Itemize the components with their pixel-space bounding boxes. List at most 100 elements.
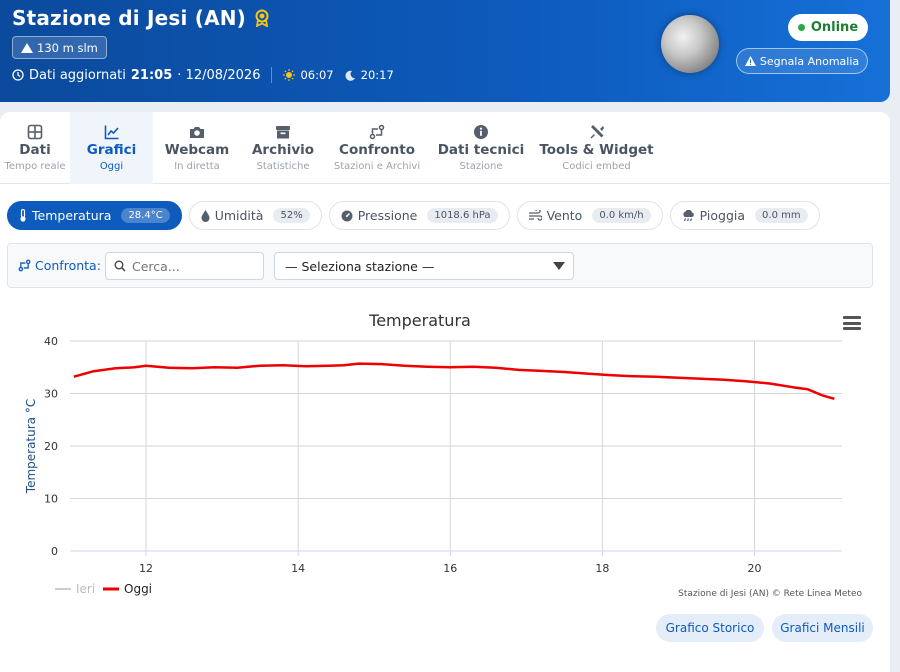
- thermometer-icon: [20, 209, 26, 222]
- status-label: Online: [810, 20, 859, 35]
- legend-label-ieri: Ieri: [76, 582, 95, 596]
- altitude-value: 130 m slm: [37, 40, 98, 55]
- tab-label: Grafici: [86, 142, 137, 158]
- droplet-icon: [201, 209, 210, 222]
- chart-menu-button[interactable]: [843, 316, 861, 330]
- station-select[interactable]: — Seleziona stazione —: [274, 252, 574, 280]
- rain-icon: [683, 209, 694, 221]
- pill-temperatura[interactable]: Temperatura 28.4°C: [7, 201, 182, 230]
- tab-webcam[interactable]: Webcam In diretta: [153, 112, 241, 184]
- pill-pioggia[interactable]: Pioggia 0.0 mm: [669, 201, 820, 230]
- compare-icon: [369, 124, 385, 140]
- pill-label: Umidità: [214, 208, 264, 223]
- update-info: Dati aggiornati 21:05 · 12/08/2026 06:07…: [12, 67, 394, 83]
- pill-value: 28.4°C: [121, 208, 170, 223]
- compare-icon: [18, 259, 31, 272]
- moon-phase-image: [661, 15, 719, 73]
- updated-time: 21:05: [130, 67, 173, 83]
- tab-archivio[interactable]: Archivio Statistiche: [241, 112, 325, 184]
- wind-icon: [528, 210, 542, 221]
- page-margin: [890, 0, 900, 655]
- compare-bar: Confronta: — Seleziona stazione —: [7, 243, 873, 288]
- tab-label: Archivio: [251, 142, 315, 158]
- chart-y-axis-label: Temperatura °C: [24, 399, 38, 494]
- chart-credit: Stazione di Jesi (AN) © Rete Linea Meteo: [678, 589, 862, 599]
- pill-value: 0.0 mm: [755, 208, 808, 223]
- altitude-badge: 130 m slm: [12, 36, 107, 59]
- tab-label: Webcam: [164, 142, 230, 158]
- tab-sublabel: Tempo reale: [4, 161, 66, 172]
- pill-value: 52%: [273, 208, 310, 223]
- divider: [271, 67, 273, 83]
- pill-vento[interactable]: Vento 0.0 km/h: [516, 201, 663, 230]
- station-title: Stazione di Jesi (AN): [12, 6, 247, 30]
- tab-sublabel: Stazione: [459, 161, 503, 172]
- tab-bar: Dati Tempo reale Grafici Oggi Webcam In …: [0, 112, 890, 184]
- x-tick-label: 20: [748, 562, 762, 575]
- sunset-time: 20:17: [360, 68, 394, 82]
- tab-sublabel: Oggi: [99, 161, 124, 172]
- tab-label: Dati tecnici: [437, 142, 525, 158]
- pill-value: 1018.6 hPa: [427, 208, 498, 223]
- clock-icon: [12, 69, 24, 81]
- chevron-down-icon: [553, 262, 565, 270]
- pill-umidita[interactable]: Umidità 52%: [188, 201, 322, 230]
- pill-label: Pressione: [357, 208, 418, 223]
- legend-label-oggi: Oggi: [124, 582, 152, 596]
- x-tick-label: 16: [443, 562, 457, 575]
- archive-icon: [276, 126, 290, 139]
- tab-label: Confronto: [339, 142, 415, 158]
- tab-dati[interactable]: Dati Tempo reale: [0, 112, 70, 184]
- station-header: Stazione di Jesi (AN) 130 m slm Dati agg…: [0, 0, 890, 102]
- pill-pressione[interactable]: Pressione 1018.6 hPa: [328, 201, 510, 230]
- tab-grafici[interactable]: Grafici Oggi: [70, 112, 153, 184]
- updated-label: Dati aggiornati: [29, 67, 126, 83]
- search-icon: [114, 260, 126, 272]
- tab-dati-tecnici[interactable]: Dati tecnici Stazione: [429, 112, 533, 184]
- report-anomaly-label: Segnala Anomalia: [759, 54, 860, 68]
- monthly-charts-button[interactable]: Grafici Mensili: [772, 614, 873, 642]
- y-tick-label: 20: [44, 440, 58, 453]
- x-tick-label: 14: [291, 562, 305, 575]
- moon-icon: [345, 70, 355, 81]
- tab-tools-widget[interactable]: Tools & Widget Codici embed: [533, 112, 660, 184]
- station-search-input[interactable]: [132, 258, 252, 274]
- y-tick-label: 0: [51, 545, 58, 558]
- tab-label: Dati: [19, 142, 51, 158]
- y-tick-label: 30: [44, 388, 58, 401]
- tab-sublabel: In diretta: [174, 161, 220, 172]
- search-box: [105, 252, 264, 280]
- tab-sublabel: Stazioni e Archivi: [333, 161, 421, 172]
- station-select-value: — Seleziona stazione —: [285, 258, 435, 274]
- y-tick-label: 40: [44, 335, 58, 348]
- award-icon: [255, 9, 269, 27]
- pill-label: Temperatura: [32, 208, 112, 223]
- chart-title: Temperatura: [368, 311, 471, 330]
- sunrise-time: 06:07: [300, 68, 334, 82]
- menu-bar: [843, 321, 861, 325]
- compare-label: Confronta:: [18, 258, 101, 273]
- tab-label: Tools & Widget: [539, 142, 654, 158]
- historic-chart-button[interactable]: Grafico Storico: [656, 614, 764, 642]
- temperature-chart: Temperatura Temperatura °C 0 10 20 30 40 12 14…: [24, 311, 862, 599]
- report-anomaly-button[interactable]: Segnala Anomalia: [736, 48, 868, 74]
- compare-label-text: Confronta:: [35, 258, 101, 273]
- sun-icon: [283, 69, 296, 81]
- tools-icon: [590, 125, 604, 139]
- online-status-badge: Online: [788, 14, 868, 41]
- camera-icon: [190, 127, 204, 138]
- metric-pills: Temperatura 28.4°C Umidità 52% Pressione…: [7, 201, 820, 230]
- pill-value: 0.0 km/h: [592, 208, 651, 223]
- x-tick-label: 18: [595, 562, 609, 575]
- pill-label: Pioggia: [699, 208, 746, 223]
- tab-sublabel: Codici embed: [562, 161, 631, 172]
- tab-sublabel: Statistiche: [256, 161, 310, 172]
- tab-confronto[interactable]: Confronto Stazioni e Archivi: [325, 112, 429, 184]
- pill-label: Vento: [546, 208, 583, 223]
- menu-bar: [843, 327, 861, 330]
- chart-icon: [104, 125, 119, 140]
- grid-icon: [27, 124, 43, 140]
- warning-icon: [744, 56, 756, 66]
- content-panel: Dati Tempo reale Grafici Oggi Webcam In …: [0, 112, 890, 672]
- gauge-icon: [341, 210, 353, 221]
